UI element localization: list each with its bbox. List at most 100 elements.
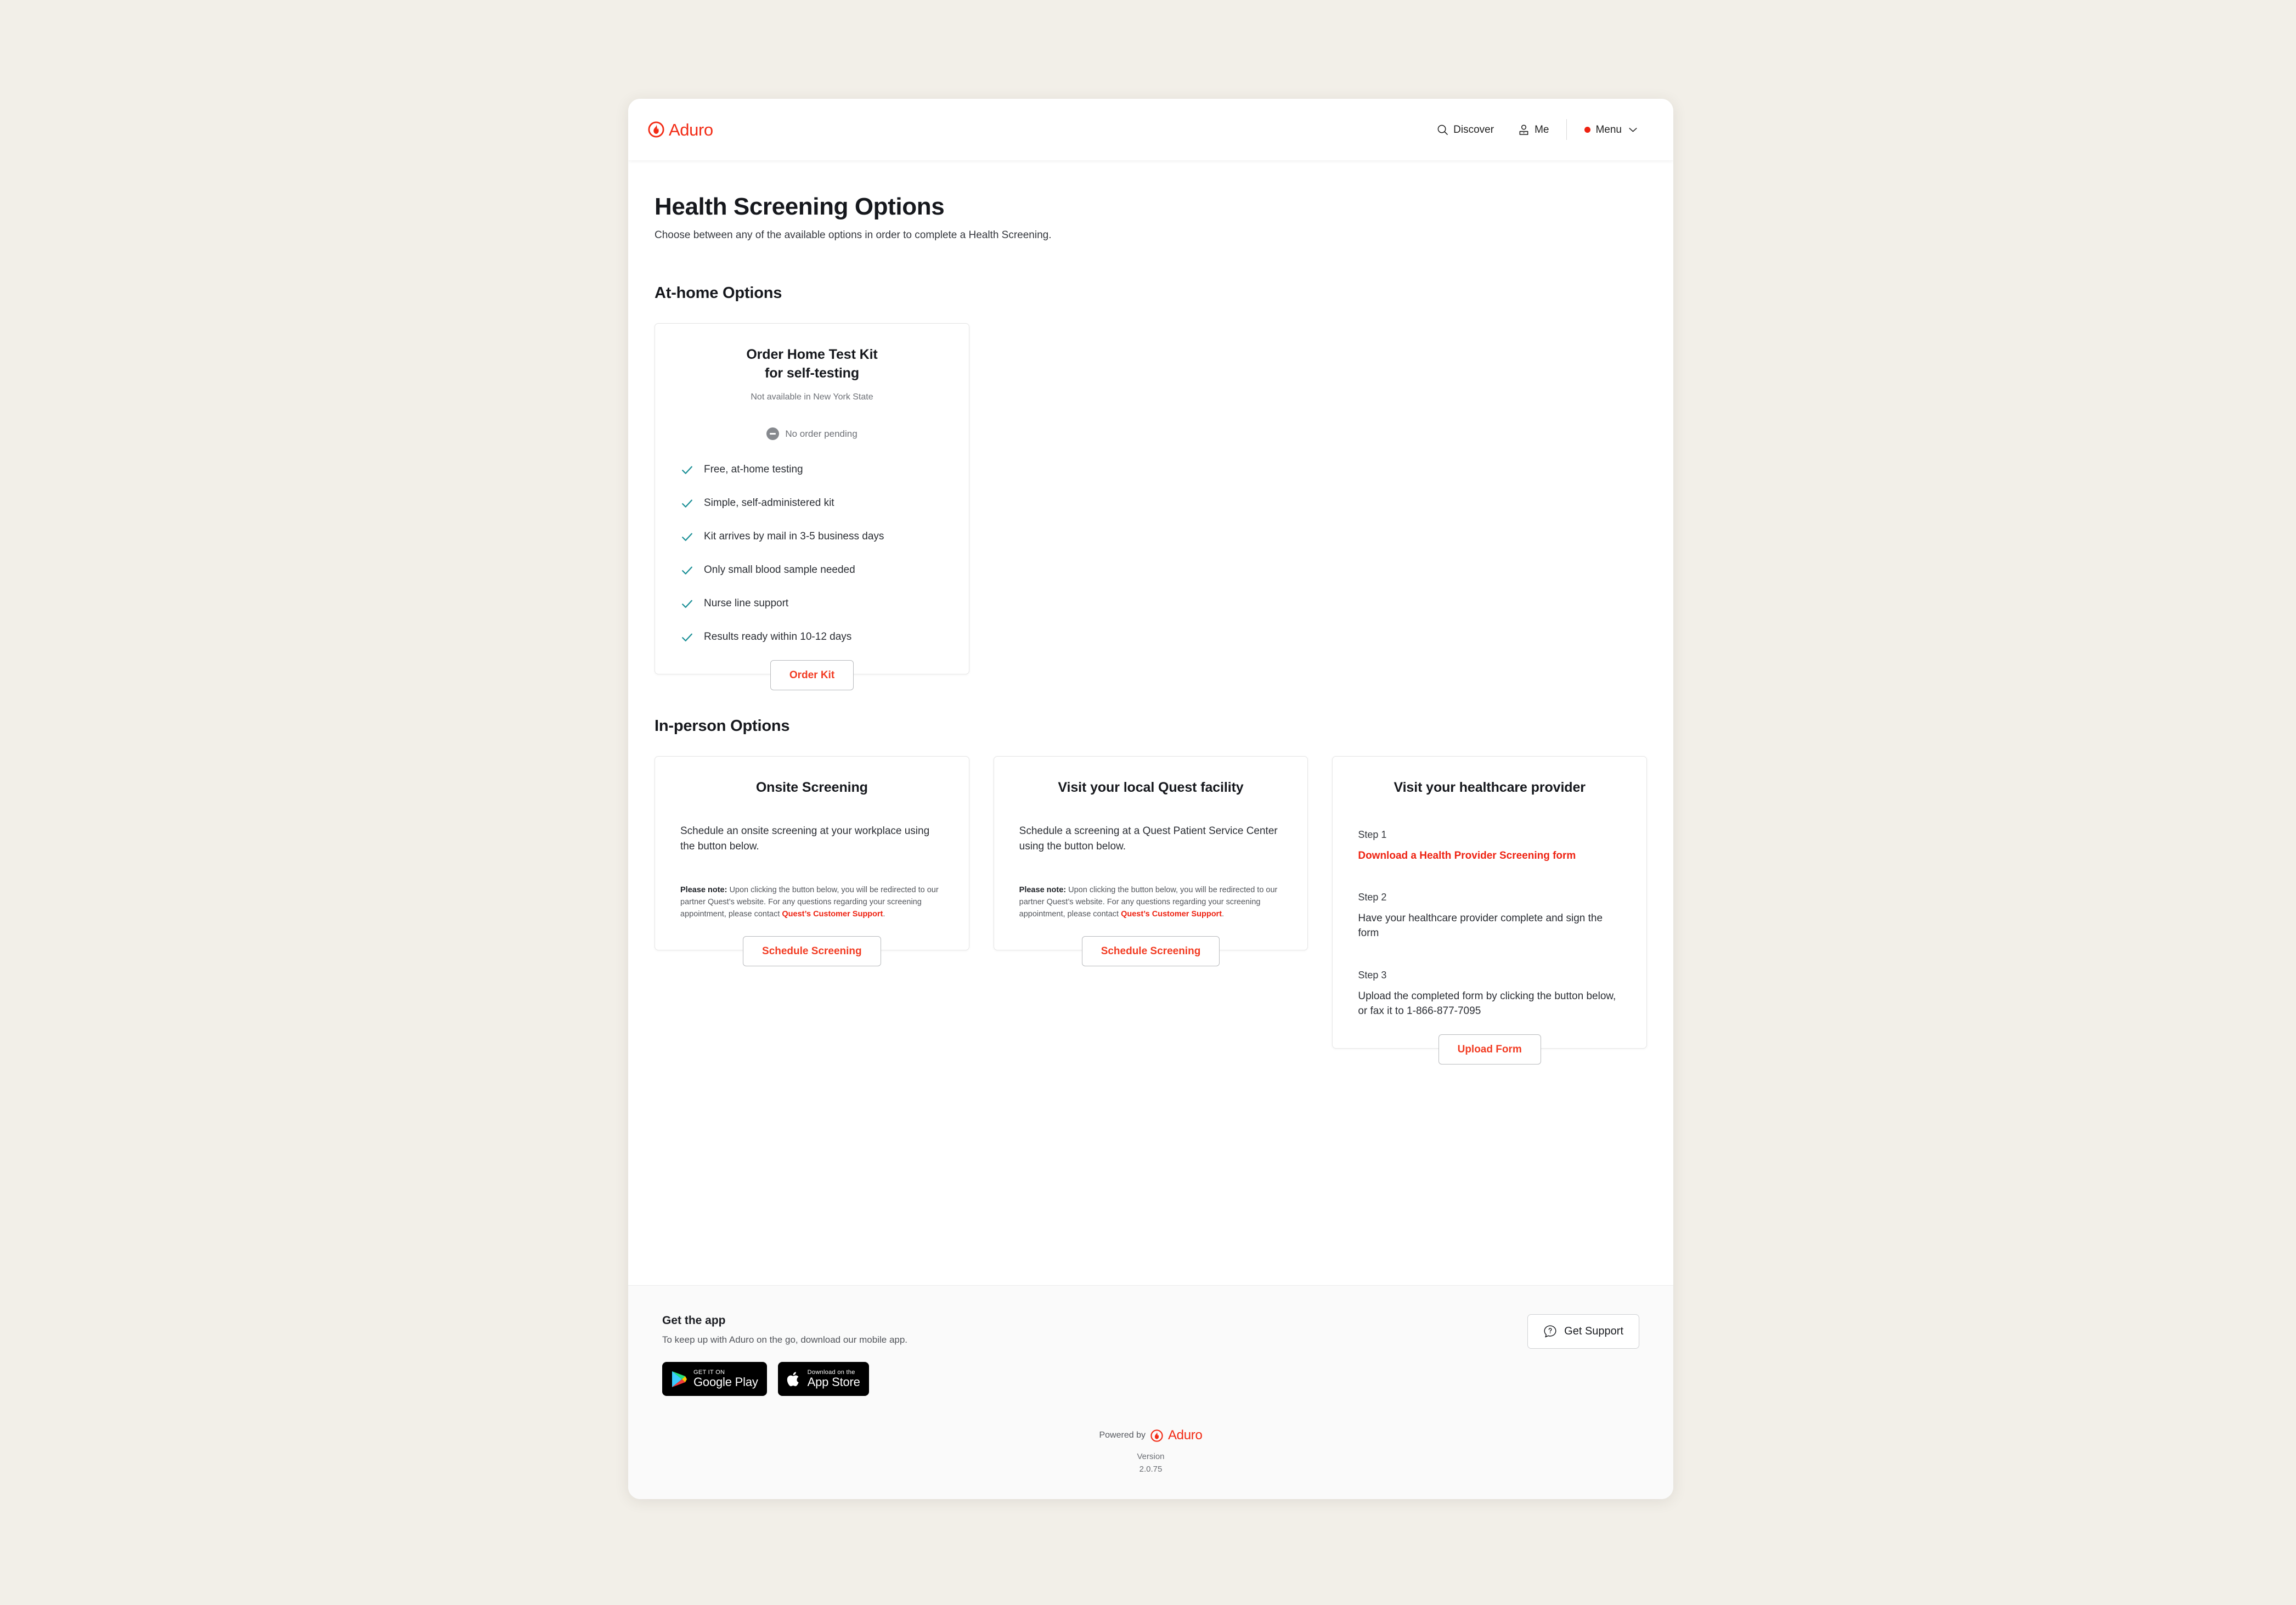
order-status-text: No order pending <box>785 428 858 439</box>
onsite-button-wrap: Schedule Screening <box>655 936 969 966</box>
google-play-text: GET IT ON Google Play <box>693 1369 758 1389</box>
schedule-screening-button-quest[interactable]: Schedule Screening <box>1081 936 1220 966</box>
feature-label: Free, at-home testing <box>704 464 803 476</box>
version-number: 2.0.75 <box>1139 1464 1163 1474</box>
list-item: Results ready within 10-12 days <box>680 630 944 644</box>
home-kit-availability-note: Not available in New York State <box>751 392 873 402</box>
menu-notification-dot <box>1584 126 1591 133</box>
quest-card-note: Please note: Upon clicking the button be… <box>1019 884 1283 920</box>
google-play-icon <box>672 1371 687 1387</box>
app-footer: Get the app To keep up with Aduro on the… <box>628 1285 1673 1499</box>
provider-steps: Step 1 Download a Health Provider Screen… <box>1358 829 1621 1019</box>
check-icon <box>682 466 692 474</box>
provider-card-title: Visit your healthcare provider <box>1394 780 1586 795</box>
quest-card-body: Schedule a screening at a Quest Patient … <box>1019 825 1278 852</box>
nav-item-discover[interactable]: Discover <box>1425 124 1506 136</box>
order-kit-button-wrap: Order Kit <box>655 660 969 690</box>
upload-form-button-wrap: Upload Form <box>1333 1034 1646 1065</box>
section-heading-at-home: At-home Options <box>655 284 782 302</box>
healthcare-provider-card: Visit your healthcare provider Step 1 Do… <box>1332 756 1648 1065</box>
schedule-screening-button-onsite[interactable]: Schedule Screening <box>743 936 881 966</box>
home-test-kit-card: Order Home Test Kit for self-testing Not… <box>655 323 969 690</box>
version-label: Version <box>1137 1452 1165 1461</box>
onsite-note-end: . <box>883 909 885 919</box>
feature-label: Nurse line support <box>704 598 789 610</box>
google-play-badge[interactable]: GET IT ON Google Play <box>662 1362 767 1396</box>
page-body: Health Screening Options Choose between … <box>628 160 1673 1065</box>
search-icon <box>1437 125 1448 135</box>
get-support-label: Get Support <box>1564 1325 1623 1337</box>
home-kit-title-line2: for self-testing <box>764 365 860 381</box>
home-kit-feature-list: Free, at-home testing Simple, self-admin… <box>680 463 944 644</box>
onsite-card-body: Schedule an onsite screening at your wor… <box>680 825 930 852</box>
get-app-title: Get the app <box>662 1314 726 1327</box>
app-window: Aduro Discover Me Menu Health Screening … <box>628 99 1673 1499</box>
list-item: Kit arrives by mail in 3-5 business days <box>680 530 944 544</box>
nav-item-menu[interactable]: Menu <box>1572 125 1649 135</box>
aduro-flame-icon <box>648 121 664 138</box>
check-icon <box>682 566 692 575</box>
step-label: Step 2 <box>1358 891 1387 903</box>
nav-label-menu: Menu <box>1595 123 1622 136</box>
section-heading-in-person: In-person Options <box>655 717 790 735</box>
aduro-flame-icon <box>1150 1429 1163 1442</box>
google-play-name: Google Play <box>693 1375 758 1389</box>
quest-button-wrap: Schedule Screening <box>994 936 1308 966</box>
powered-by-brand: Aduro <box>1167 1428 1203 1443</box>
header-nav: Discover Me Menu <box>1425 119 1649 140</box>
step-text: Have your healthcare provider complete a… <box>1358 912 1603 939</box>
home-kit-title: Order Home Test Kit for self-testing <box>680 346 944 382</box>
list-item: Step 3 Upload the completed form by clic… <box>1358 970 1621 1019</box>
step-label: Step 1 <box>1358 829 1387 840</box>
quest-card-title: Visit your local Quest facility <box>1058 780 1244 795</box>
powered-by-block: Powered by Aduro Version 2.0.75 <box>662 1428 1639 1476</box>
in-person-card-row: Onsite Screening Schedule an onsite scre… <box>655 756 1648 1065</box>
get-app-block: Get the app To keep up with Aduro on the… <box>662 1314 907 1396</box>
step-text: Upload the completed form by clicking th… <box>1358 990 1616 1017</box>
feature-label: Kit arrives by mail in 3-5 business days <box>704 531 884 543</box>
powered-by-label: Powered by <box>1099 1431 1146 1440</box>
list-item: Step 1 Download a Health Provider Screen… <box>1358 829 1621 863</box>
version-info: Version 2.0.75 <box>1137 1451 1164 1476</box>
order-status-badge: No order pending <box>680 427 944 440</box>
store-badges: GET IT ON Google Play Download on the Ap… <box>662 1362 907 1396</box>
user-icon <box>1519 124 1528 135</box>
brand-name: Aduro <box>669 120 713 139</box>
at-home-card-row: Order Home Test Kit for self-testing Not… <box>655 323 1647 690</box>
apple-icon <box>787 1371 799 1386</box>
quest-facility-card: Visit your local Quest facility Schedule… <box>993 756 1308 966</box>
app-store-text: Download on the App Store <box>808 1369 860 1388</box>
list-item: Nurse line support <box>680 597 944 611</box>
list-item: Step 2 Have your healthcare provider com… <box>1358 892 1621 941</box>
minus-circle-icon <box>766 427 780 440</box>
nav-label-discover: Discover <box>1453 123 1494 136</box>
question-chat-icon <box>1544 1325 1556 1338</box>
upload-form-button[interactable]: Upload Form <box>1438 1034 1541 1065</box>
feature-label: Simple, self-administered kit <box>704 497 834 509</box>
check-icon <box>682 633 692 641</box>
onsite-card-title: Onsite Screening <box>755 780 868 795</box>
list-item: Simple, self-administered kit <box>680 497 944 510</box>
feature-label: Results ready within 10-12 days <box>704 631 852 643</box>
order-kit-button[interactable]: Order Kit <box>770 660 854 690</box>
quest-note-label: Please note: <box>1019 885 1067 894</box>
check-icon <box>682 499 692 508</box>
onsite-note-label: Please note: <box>680 885 727 894</box>
check-icon <box>682 533 692 541</box>
nav-label-me: Me <box>1535 123 1549 136</box>
app-store-badge[interactable]: Download on the App Store <box>777 1362 869 1396</box>
quest-support-link[interactable]: Quest’s Customer Support <box>782 910 883 919</box>
chevron-down-icon <box>1629 127 1637 132</box>
list-item: Free, at-home testing <box>680 463 944 477</box>
app-header: Aduro Discover Me Menu <box>628 99 1673 160</box>
nav-item-me[interactable]: Me <box>1506 124 1561 136</box>
quest-note-end: . <box>1222 909 1225 919</box>
get-support-button[interactable]: Get Support <box>1527 1314 1639 1349</box>
list-item: Only small blood sample needed <box>680 564 944 577</box>
brand-logo[interactable]: Aduro <box>648 121 713 138</box>
nav-divider <box>1566 119 1567 140</box>
onsite-card-note: Please note: Upon clicking the button be… <box>680 884 944 920</box>
quest-support-link[interactable]: Quest’s Customer Support <box>1121 910 1222 919</box>
check-icon <box>682 600 692 608</box>
download-screening-form-link[interactable]: Download a Health Provider Screening for… <box>1358 850 1576 861</box>
